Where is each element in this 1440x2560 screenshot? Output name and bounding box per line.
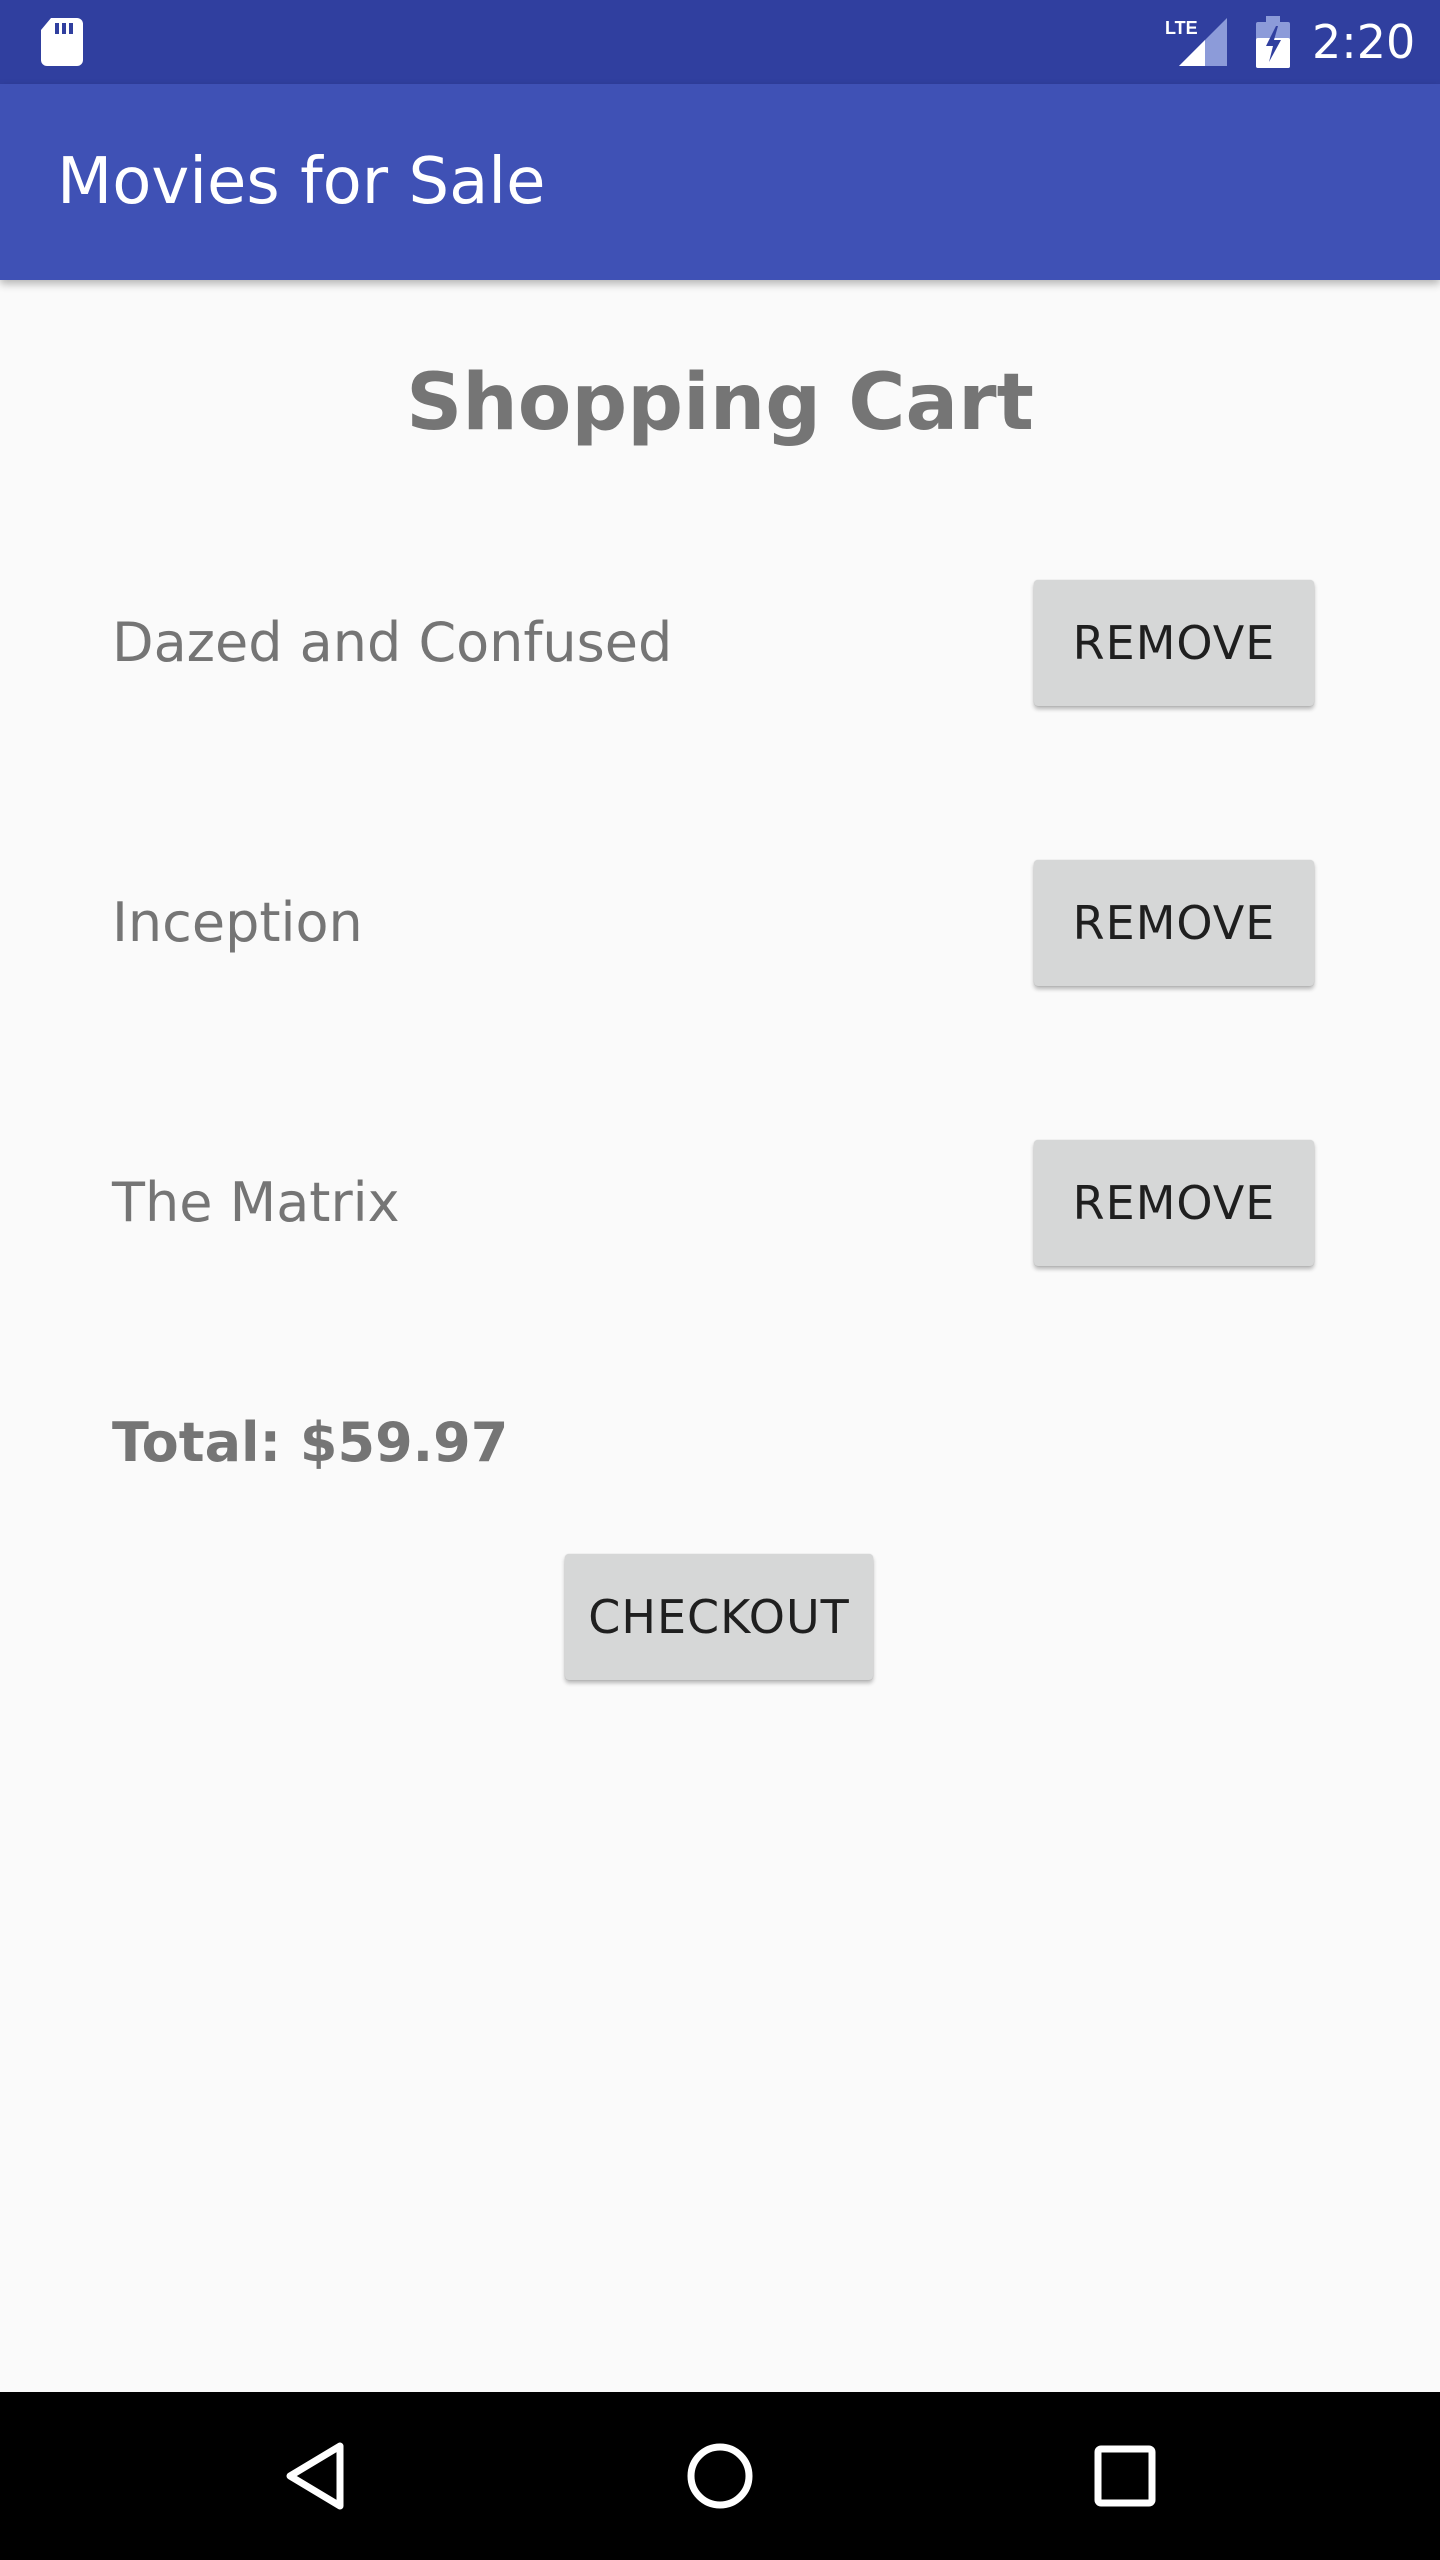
app-title: Movies for Sale (57, 145, 546, 219)
item-name: The Matrix (112, 1171, 400, 1234)
cart-item: Dazed and Confused REMOVE (0, 580, 1440, 706)
cart-item: The Matrix REMOVE (0, 1140, 1440, 1266)
remove-button[interactable]: REMOVE (1034, 860, 1314, 986)
item-name: Inception (112, 891, 363, 954)
status-time: 2:20 (1312, 15, 1416, 69)
recents-icon[interactable] (1085, 2436, 1165, 2516)
home-icon[interactable] (680, 2436, 760, 2516)
page-title: Shopping Cart (406, 358, 1034, 448)
lte-label: LTE (1165, 18, 1198, 38)
remove-button[interactable]: REMOVE (1034, 1140, 1314, 1266)
cart-total: Total: $59.97 (112, 1411, 509, 1474)
remove-button[interactable]: REMOVE (1034, 580, 1314, 706)
status-bar: LTE 2:20 (0, 0, 1440, 84)
navigation-bar (0, 2392, 1440, 2560)
sd-card-icon (41, 18, 83, 66)
cart-item: Inception REMOVE (0, 860, 1440, 986)
cart-content: Shopping Cart Dazed and Confused REMOVE … (0, 280, 1440, 2392)
item-name: Dazed and Confused (112, 611, 673, 674)
lte-signal-icon: LTE (1165, 18, 1227, 66)
checkout-button[interactable]: CHECKOUT (565, 1554, 873, 1680)
app-bar: Movies for Sale (0, 84, 1440, 280)
battery-charging-icon (1256, 16, 1290, 68)
back-icon[interactable] (276, 2436, 356, 2516)
